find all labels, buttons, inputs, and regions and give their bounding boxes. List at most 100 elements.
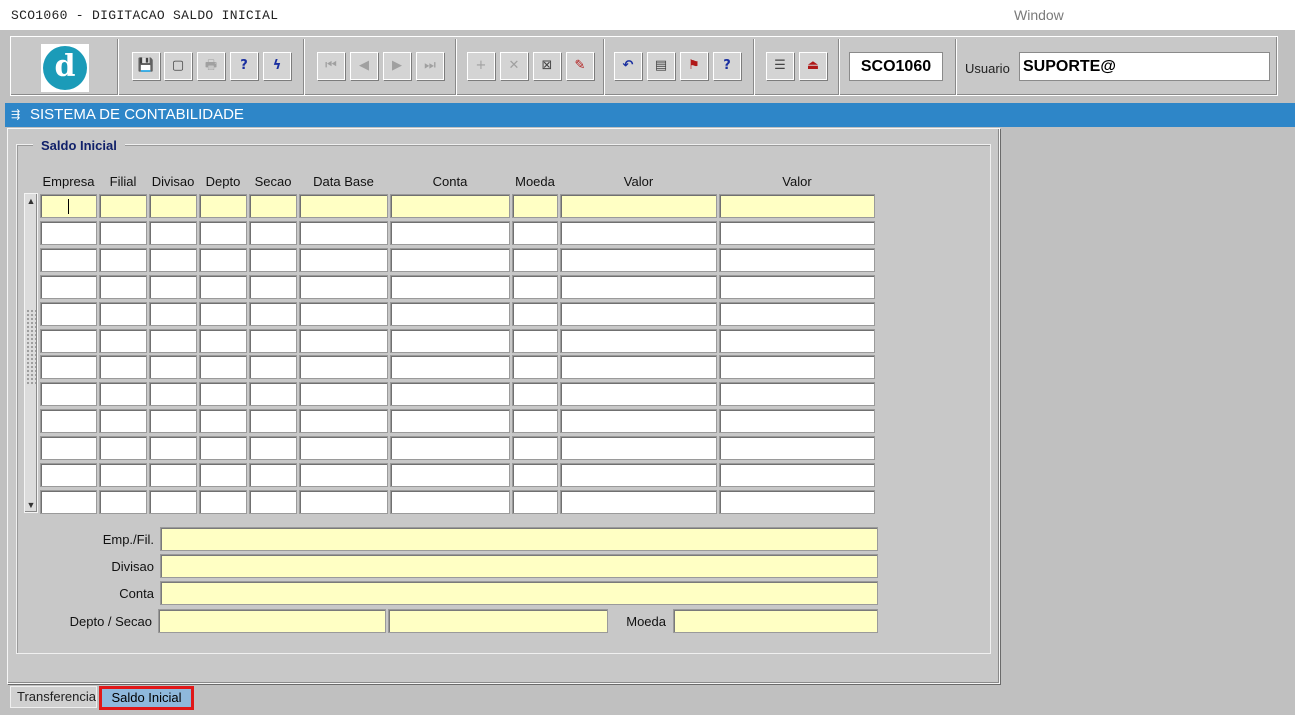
table-cell[interactable] xyxy=(719,194,875,218)
table-cell[interactable] xyxy=(99,194,147,218)
table-cell[interactable] xyxy=(390,382,510,407)
table-cell[interactable] xyxy=(299,355,388,380)
table-cell[interactable] xyxy=(390,328,510,353)
list-values-button[interactable]: ▤ xyxy=(647,52,675,80)
table-cell[interactable] xyxy=(390,436,510,461)
table-cell[interactable] xyxy=(199,355,247,380)
table-cell[interactable] xyxy=(249,436,297,461)
table-cell[interactable] xyxy=(199,382,247,407)
table-cell[interactable] xyxy=(560,489,717,514)
table-cell[interactable] xyxy=(390,194,510,218)
table-cell[interactable] xyxy=(40,409,97,434)
table-cell[interactable] xyxy=(99,301,147,326)
table-cell[interactable] xyxy=(149,463,197,487)
table-cell[interactable] xyxy=(719,301,875,326)
table-cell[interactable] xyxy=(719,274,875,299)
table-cell[interactable] xyxy=(390,355,510,380)
table-cell[interactable] xyxy=(40,436,97,461)
save-button[interactable]: 💾 xyxy=(132,52,160,80)
table-cell[interactable] xyxy=(719,328,875,353)
table-cell[interactable] xyxy=(149,220,197,245)
table-cell[interactable] xyxy=(99,489,147,514)
table-cell[interactable] xyxy=(249,409,297,434)
table-cell[interactable] xyxy=(149,194,197,218)
table-cell[interactable] xyxy=(40,194,97,218)
table-cell[interactable] xyxy=(149,489,197,514)
table-cell[interactable] xyxy=(390,301,510,326)
tab-saldo-inicial[interactable]: Saldo Inicial xyxy=(99,686,194,710)
table-cell[interactable] xyxy=(560,436,717,461)
table-cell[interactable] xyxy=(299,194,388,218)
scroll-grip[interactable] xyxy=(26,309,36,384)
table-cell[interactable] xyxy=(199,274,247,299)
table-cell[interactable] xyxy=(99,382,147,407)
table-cell[interactable] xyxy=(560,409,717,434)
table-cell[interactable] xyxy=(719,489,875,514)
table-cell[interactable] xyxy=(199,463,247,487)
table-cell[interactable] xyxy=(512,382,558,407)
table-cell[interactable] xyxy=(40,463,97,487)
table-cell[interactable] xyxy=(40,220,97,245)
clear-record-button[interactable]: ⊠ xyxy=(533,52,561,80)
table-cell[interactable] xyxy=(40,274,97,299)
table-cell[interactable] xyxy=(249,463,297,487)
table-cell[interactable] xyxy=(299,436,388,461)
edit-button[interactable]: ✎ xyxy=(566,52,594,80)
table-cell[interactable] xyxy=(560,301,717,326)
table-cell[interactable] xyxy=(249,489,297,514)
table-cell[interactable] xyxy=(299,382,388,407)
table-cell[interactable] xyxy=(512,247,558,272)
table-cell[interactable] xyxy=(299,409,388,434)
table-cell[interactable] xyxy=(390,409,510,434)
table-cell[interactable] xyxy=(299,274,388,299)
table-cell[interactable] xyxy=(249,382,297,407)
table-cell[interactable] xyxy=(512,328,558,353)
table-cell[interactable] xyxy=(99,220,147,245)
table-cell[interactable] xyxy=(249,220,297,245)
table-cell[interactable] xyxy=(719,355,875,380)
query-button[interactable]: ? xyxy=(230,52,258,80)
table-cell[interactable] xyxy=(560,194,717,218)
table-cell[interactable] xyxy=(249,301,297,326)
undo-button[interactable]: ↶ xyxy=(614,52,642,80)
divisao-field[interactable] xyxy=(160,554,878,578)
delete-record-button[interactable]: ✕ xyxy=(500,52,528,80)
help-button[interactable]: ? xyxy=(713,52,741,80)
table-cell[interactable] xyxy=(390,220,510,245)
depto-field[interactable] xyxy=(158,609,386,633)
table-cell[interactable] xyxy=(512,274,558,299)
table-cell[interactable] xyxy=(299,463,388,487)
flag-button[interactable]: ⚑ xyxy=(680,52,708,80)
menu-window[interactable]: Window xyxy=(1014,7,1064,23)
table-cell[interactable] xyxy=(249,328,297,353)
table-cell[interactable] xyxy=(560,463,717,487)
table-cell[interactable] xyxy=(560,328,717,353)
table-cell[interactable] xyxy=(199,194,247,218)
table-cell[interactable] xyxy=(99,463,147,487)
table-cell[interactable] xyxy=(40,382,97,407)
table-cell[interactable] xyxy=(719,409,875,434)
table-cell[interactable] xyxy=(719,463,875,487)
table-cell[interactable] xyxy=(40,355,97,380)
table-cell[interactable] xyxy=(149,409,197,434)
table-cell[interactable] xyxy=(512,355,558,380)
tab-transferencia[interactable]: Transferencia xyxy=(10,686,97,708)
grid-scrollbar[interactable]: ▲ ▼ xyxy=(24,193,38,513)
table-cell[interactable] xyxy=(299,328,388,353)
table-cell[interactable] xyxy=(149,382,197,407)
last-record-button[interactable]: ⏭ xyxy=(416,52,444,80)
print-button[interactable]: 🖶 xyxy=(197,52,225,80)
table-cell[interactable] xyxy=(149,436,197,461)
table-cell[interactable] xyxy=(249,247,297,272)
table-cell[interactable] xyxy=(512,409,558,434)
table-cell[interactable] xyxy=(149,328,197,353)
moeda-field[interactable] xyxy=(673,609,878,633)
table-cell[interactable] xyxy=(199,301,247,326)
table-cell[interactable] xyxy=(560,274,717,299)
previous-record-button[interactable]: ◀ xyxy=(350,52,378,80)
exit-button[interactable]: ⏏ xyxy=(799,52,827,80)
table-cell[interactable] xyxy=(199,409,247,434)
table-cell[interactable] xyxy=(249,194,297,218)
print-preview-button[interactable]: ▢ xyxy=(164,52,192,80)
table-cell[interactable] xyxy=(299,247,388,272)
